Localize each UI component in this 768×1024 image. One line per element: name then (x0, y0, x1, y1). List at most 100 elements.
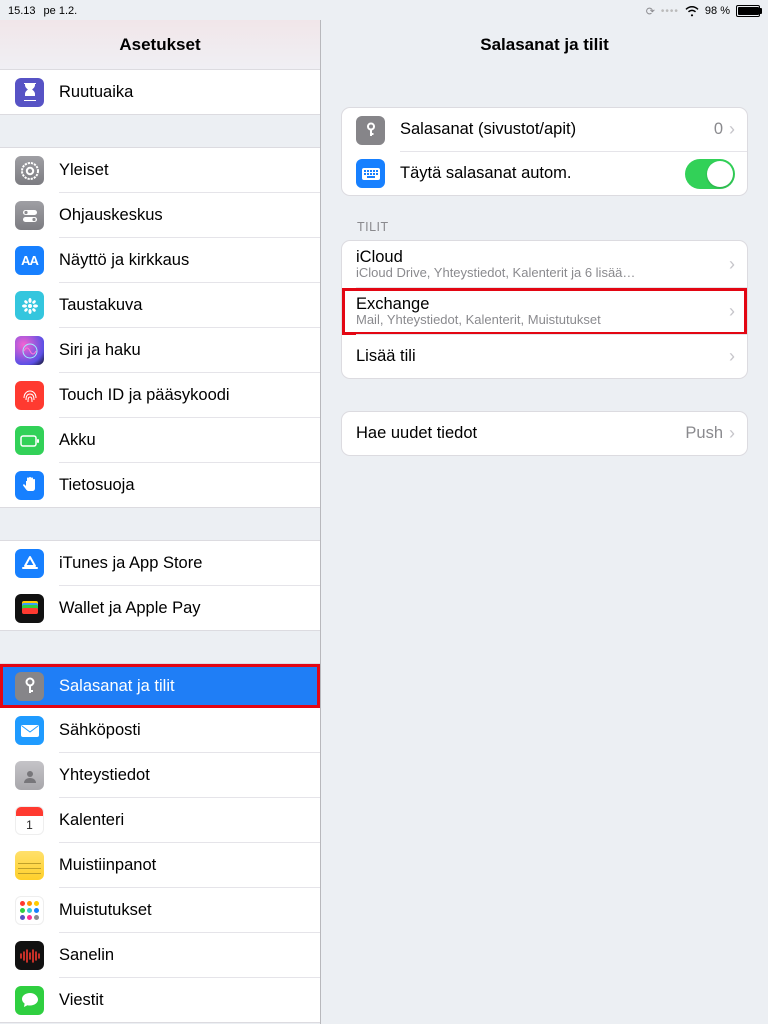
fetch-value: Push (685, 424, 723, 443)
settings-sidebar[interactable]: Asetukset Ruutuaika Yleiset (0, 20, 321, 1024)
chevron-right-icon: › (729, 346, 735, 367)
accounts-group: iCloud iCloud Drive, Yhteystiedot, Kalen… (341, 240, 748, 379)
accounts-header: TILIT (357, 220, 732, 234)
detail-pane[interactable]: Salasanat ja tilit Salasanat (sivustot/a… (321, 20, 768, 1024)
website-passwords-row[interactable]: Salasanat (sivustot/apit) 0 › (342, 108, 747, 152)
sidebar-item-screentime[interactable]: Ruutuaika (0, 70, 320, 114)
fetch-row[interactable]: Hae uudet tiedot Push › (342, 412, 747, 455)
sidebar-group: Ruutuaika (0, 69, 320, 115)
waveform-icon (15, 941, 44, 970)
battery-icon (736, 5, 760, 17)
status-bar: 15.13 pe 1.2. ⟳ •••• 98 % (0, 0, 768, 20)
sidebar-group: Yleiset Ohjauskeskus AA Näyttö ja kirkka… (0, 147, 320, 508)
siri-icon (15, 336, 44, 365)
account-row-icloud[interactable]: iCloud iCloud Drive, Yhteystiedot, Kalen… (342, 241, 747, 288)
sidebar-item-privacy[interactable]: Tietosuoja (0, 463, 320, 507)
chevron-right-icon: › (729, 301, 735, 322)
row-label: Lisää tili (356, 347, 729, 366)
loading-spinner-icon: ⟳ (646, 5, 655, 18)
sidebar-item-display[interactable]: AA Näyttö ja kirkkaus (0, 238, 320, 283)
row-label: Täytä salasanat autom. (400, 164, 685, 183)
key-icon (15, 672, 44, 701)
settings-screen: 15.13 pe 1.2. ⟳ •••• 98 % Asetukset (0, 0, 768, 1024)
appstore-icon (15, 549, 44, 578)
sidebar-item-label: Näyttö ja kirkkaus (59, 251, 189, 270)
notes-icon (15, 851, 44, 880)
row-label: Hae uudet tiedot (356, 424, 685, 443)
keyboard-icon (356, 159, 385, 188)
sidebar-item-label: Salasanat ja tilit (59, 677, 175, 696)
sidebar-group: Salasanat ja tilit Sähköposti Yhteystied… (0, 663, 320, 1023)
sidebar-item-label: Sanelin (59, 946, 114, 965)
account-row-exchange[interactable]: Exchange Mail, Yhteystiedot, Kalenterit,… (342, 288, 747, 335)
account-subtitle: Mail, Yhteystiedot, Kalenterit, Muistutu… (356, 312, 729, 327)
sidebar-item-notes[interactable]: Muistiinpanot (0, 843, 320, 888)
envelope-icon (15, 716, 44, 745)
battery-icon (15, 426, 44, 455)
sidebar-item-reminders[interactable]: Muistutukset (0, 888, 320, 933)
sidebar-title: Asetukset (0, 20, 320, 69)
contacts-icon (15, 761, 44, 790)
sidebar-item-label: Akku (59, 431, 96, 450)
sidebar-item-general[interactable]: Yleiset (0, 148, 320, 193)
chevron-right-icon: › (729, 423, 735, 444)
sidebar-group: iTunes ja App Store Wallet ja Apple Pay (0, 540, 320, 631)
add-account-row[interactable]: Lisää tili › (342, 335, 747, 378)
sidebar-item-passwords[interactable]: Salasanat ja tilit (0, 664, 320, 708)
sidebar-item-wallpaper[interactable]: Taustakuva (0, 283, 320, 328)
wallet-icon (15, 594, 44, 623)
calendar-icon: 1 (15, 806, 44, 835)
sidebar-item-label: Kalenteri (59, 811, 124, 830)
sidebar-item-wallet[interactable]: Wallet ja Apple Pay (0, 586, 320, 630)
sidebar-item-mail[interactable]: Sähköposti (0, 708, 320, 753)
sidebar-item-label: Touch ID ja pääsykoodi (59, 386, 230, 405)
sidebar-item-label: iTunes ja App Store (59, 554, 202, 573)
sidebar-item-label: Ohjauskeskus (59, 206, 163, 225)
row-label: Salasanat (sivustot/apit) (400, 120, 714, 139)
status-time: 15.13 (8, 5, 36, 17)
passwords-count: 0 (714, 120, 723, 139)
sidebar-item-label: Sähköposti (59, 721, 141, 740)
sidebar-item-controlcenter[interactable]: Ohjauskeskus (0, 193, 320, 238)
sidebar-item-label: Muistiinpanot (59, 856, 156, 875)
sidebar-item-itunes[interactable]: iTunes ja App Store (0, 541, 320, 586)
cell-signal-icon: •••• (661, 6, 679, 17)
autofill-row[interactable]: Täytä salasanat autom. (342, 152, 747, 195)
sidebar-item-contacts[interactable]: Yhteystiedot (0, 753, 320, 798)
sidebar-item-touchid[interactable]: Touch ID ja pääsykoodi (0, 373, 320, 418)
status-battery-pct: 98 % (705, 5, 730, 17)
sidebar-item-calendar[interactable]: 1 Kalenteri (0, 798, 320, 843)
reminders-icon (15, 896, 44, 925)
sidebar-item-siri[interactable]: Siri ja haku (0, 328, 320, 373)
flower-icon (15, 291, 44, 320)
detail-title: Salasanat ja tilit (321, 20, 768, 69)
fetch-group: Hae uudet tiedot Push › (341, 411, 748, 456)
hand-icon (15, 471, 44, 500)
sidebar-item-messages[interactable]: Viestit (0, 978, 320, 1022)
passwords-group: Salasanat (sivustot/apit) 0 › Täytä sala… (341, 107, 748, 196)
sidebar-item-label: Muistutukset (59, 901, 152, 920)
fingerprint-icon (15, 381, 44, 410)
sidebar-item-battery[interactable]: Akku (0, 418, 320, 463)
key-icon (356, 116, 385, 145)
sidebar-item-label: Viestit (59, 991, 104, 1010)
switches-icon (15, 201, 44, 230)
hourglass-icon (15, 78, 44, 107)
sidebar-item-label: Ruutuaika (59, 83, 133, 102)
account-subtitle: iCloud Drive, Yhteystiedot, Kalenterit j… (356, 265, 729, 280)
status-date: pe 1.2. (44, 5, 78, 17)
autofill-toggle[interactable] (685, 159, 735, 189)
sidebar-item-label: Taustakuva (59, 296, 142, 315)
chevron-right-icon: › (729, 119, 735, 140)
sidebar-item-label: Yleiset (59, 161, 109, 180)
sidebar-item-voice[interactable]: Sanelin (0, 933, 320, 978)
chevron-right-icon: › (729, 254, 735, 275)
sidebar-item-label: Wallet ja Apple Pay (59, 599, 201, 618)
text-size-icon: AA (15, 246, 44, 275)
sidebar-item-label: Siri ja haku (59, 341, 141, 360)
gear-icon (15, 156, 44, 185)
wifi-icon (685, 6, 699, 17)
speech-bubble-icon (15, 986, 44, 1015)
sidebar-item-label: Yhteystiedot (59, 766, 150, 785)
sidebar-item-label: Tietosuoja (59, 476, 135, 495)
